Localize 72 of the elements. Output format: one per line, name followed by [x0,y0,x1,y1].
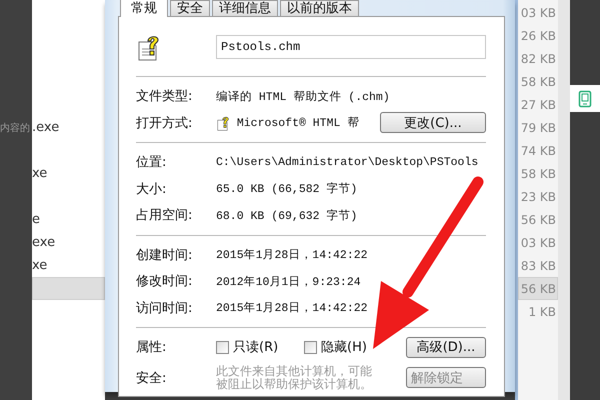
file-row[interactable]: 23 KB [518,185,558,208]
file-row[interactable]: 26 KB [518,24,558,47]
file-row[interactable]: 27 KB [518,93,558,116]
field-value: 2015年1月28日，14:42:22 [216,248,368,262]
file-row[interactable]: 03 KB [518,231,558,254]
field-label: 创建时间: [136,246,194,264]
file-name: exe [32,235,56,250]
field-value: C:\Users\Administrator\Desktop\PSTools [216,156,478,169]
field-label: 安全: [136,370,168,386]
field-value: 68.0 KB (69,632 字节) [216,208,358,223]
file-row[interactable]: e [32,208,105,231]
field-value: Microsoft® HTML 帮 [236,116,360,130]
file-size: 03 KB [520,236,556,250]
file-size: 83 KB [520,258,556,272]
file-name: e [32,212,40,227]
file-size: 03 KB [520,6,556,20]
file-size: 56 KB [520,282,556,296]
tab[interactable]: 安全 [170,0,210,16]
tab[interactable]: 以前的版本 [280,0,359,16]
unblock-button[interactable]: 解除锁定 [406,367,486,388]
file-name: xe [32,258,48,273]
field-label: 打开方式: [136,114,194,132]
field-value: 2012年10月1日，9:23:24 [216,274,361,289]
file-name: xe [32,166,48,181]
change-button[interactable]: 更改(C)... [380,112,486,134]
field-label: 位置: [136,154,168,172]
file-row[interactable]: xe [32,162,105,185]
field-label: 修改时间: [136,273,194,290]
field-value: 2015年1月28日，14:42:22 [216,300,368,316]
file-row[interactable]: 56 KB [518,208,558,231]
file-row[interactable]: .exe [32,116,105,139]
tab[interactable]: 详细信息 [212,0,278,16]
file-size: 79 KB [520,120,556,134]
file-name-field[interactable]: Pstools.chm [216,35,486,59]
file-size: 58 KB [520,166,556,180]
file-row[interactable]: 58 KB [518,70,558,93]
field-value: 65.0 KB (66,582 字节) [216,181,358,196]
checkbox[interactable] [304,340,317,354]
field-label: 访问时间: [136,300,194,317]
checkbox-label[interactable]: 只读(R) [233,338,278,356]
file-size: 1 KB [528,304,556,318]
field-label: 文件类型: [136,88,194,106]
file-size: 26 KB [520,28,556,42]
file-row[interactable]: 79 KB [518,116,558,139]
field-label: 占用空间: [136,207,194,224]
file-size: 82 KB [520,52,556,66]
file-row[interactable]: xe [32,254,105,277]
field-value: 编译的 HTML 帮助文件 (.chm) [216,90,390,104]
file-row[interactable]: 1 KB [518,300,558,323]
tablet-button[interactable] [570,85,600,112]
file-row[interactable]: 74 KB [518,139,558,162]
tablet-icon [578,90,592,108]
field-label: 大小: [136,180,168,198]
file-size: 27 KB [520,98,556,112]
security-note: 此文件来自其他计算机，可能被阻止以帮助保护该计算机。 [216,364,372,390]
checkbox[interactable] [216,340,229,354]
advanced-button[interactable]: 高级(D)... [406,336,486,358]
file-size: 74 KB [520,144,556,158]
file-size: 56 KB [520,212,556,226]
file-row[interactable]: 58 KB [518,162,558,185]
file-size: 58 KB [520,74,556,88]
file-row[interactable]: 56 KB [518,277,558,300]
file-name: .exe [32,120,60,135]
file-row[interactable]: 82 KB [518,47,558,70]
file-name: 内容的 [0,122,30,134]
file-size: 23 KB [520,190,556,204]
file-row[interactable]: exe [32,231,105,254]
file-row[interactable]: 83 KB [518,254,558,277]
field-label: 属性: [136,339,168,356]
file-row[interactable]: 03 KB [518,1,558,24]
checkbox-label[interactable]: 隐藏(H) [321,338,367,356]
tab[interactable]: 常规 [120,0,168,17]
